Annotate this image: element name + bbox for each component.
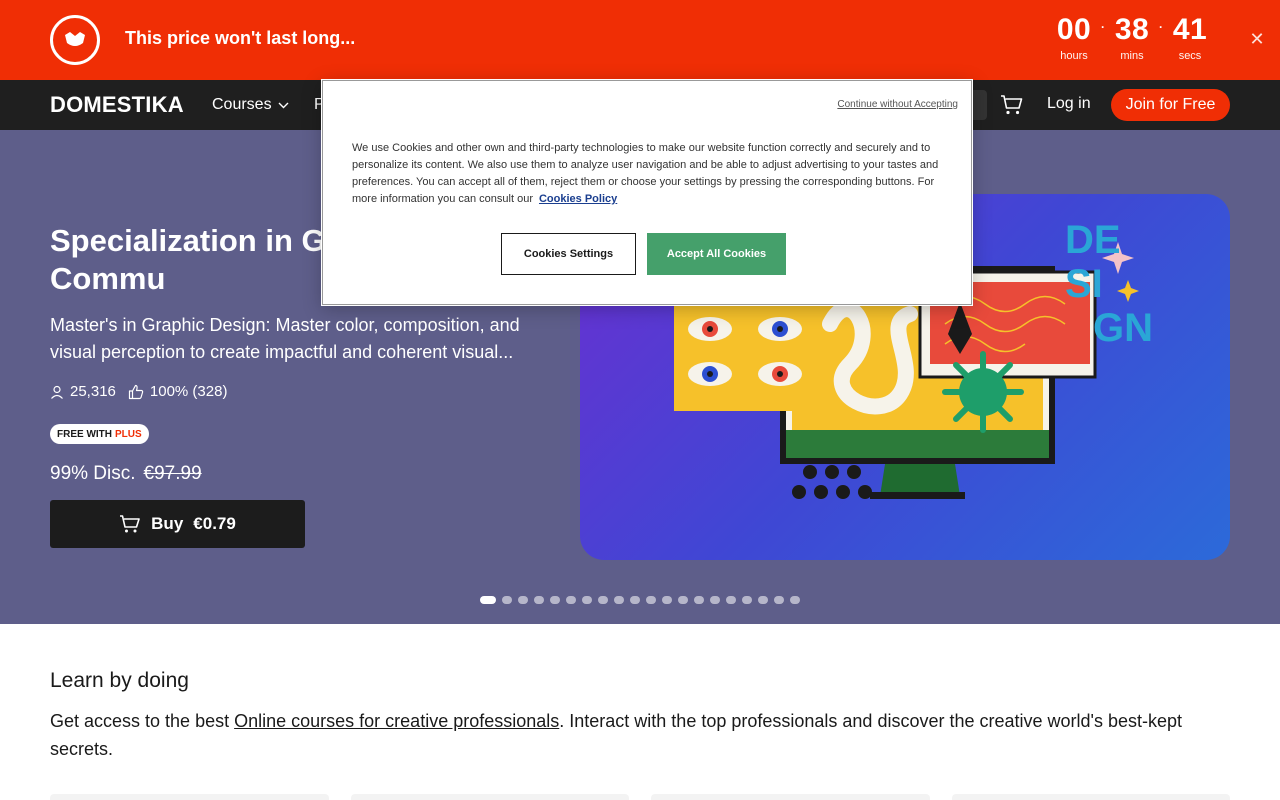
carousel-dot[interactable]: [518, 596, 528, 604]
description-text: Get access to the best: [50, 711, 235, 731]
close-icon[interactable]: ✕: [1246, 28, 1268, 50]
carousel-dot[interactable]: [598, 596, 608, 604]
carousel-dot[interactable]: [630, 596, 640, 604]
cover-text-line: DE: [1065, 218, 1121, 262]
countdown-separator: ·: [1101, 20, 1105, 34]
course-card[interactable]: [651, 794, 930, 800]
login-link[interactable]: Log in: [1047, 95, 1091, 113]
join-button[interactable]: Join for Free: [1111, 89, 1230, 121]
domestika-logo-icon: [50, 15, 100, 65]
carousel-dot[interactable]: [502, 596, 512, 604]
original-price: €97.99: [143, 463, 202, 484]
chevron-down-icon: [278, 102, 289, 108]
carousel-dot[interactable]: [566, 596, 576, 604]
carousel-dot[interactable]: [694, 596, 704, 604]
buy-button-label: Buy: [151, 514, 184, 533]
students-count: 25,316: [70, 383, 116, 400]
carousel-dot[interactable]: [614, 596, 624, 604]
carousel-dot[interactable]: [550, 596, 560, 604]
cover-text-line: GN: [1093, 306, 1153, 350]
countdown-timer: 00 hours · 38 mins · 41 secs: [1052, 13, 1212, 63]
section-title: Learn by doing: [50, 669, 189, 692]
promo-banner: This price won't last long... 00 hours ·…: [0, 0, 1280, 80]
online-courses-link[interactable]: Online courses for creative professional…: [234, 711, 559, 731]
carousel-dot[interactable]: [534, 596, 544, 604]
countdown-hours: 00 hours: [1052, 13, 1096, 63]
course-card[interactable]: [951, 794, 1230, 800]
plus-badge: FREE WITH PLUS: [50, 424, 149, 444]
countdown-separator: ·: [1159, 20, 1163, 34]
cart-icon: [120, 515, 140, 533]
countdown-mins-label: mins: [1120, 50, 1144, 62]
nav-courses-menu[interactable]: Courses: [212, 96, 289, 114]
cookies-settings-button[interactable]: Cookies Settings: [501, 233, 636, 275]
countdown-mins: 38 mins: [1110, 13, 1154, 63]
countdown-hours-label: hours: [1060, 50, 1088, 62]
carousel-dot[interactable]: [742, 596, 752, 604]
buy-button-price: €0.79: [193, 514, 236, 533]
brand-logo[interactable]: DOMESTIKA: [50, 92, 184, 118]
countdown-secs-value: 41: [1172, 13, 1208, 46]
countdown-hours-value: 00: [1056, 13, 1092, 46]
course-subtitle: Master's in Graphic Design: Master color…: [50, 315, 520, 362]
cover-design-text: DE SI GN: [1065, 218, 1153, 350]
course-stats: 25,316 100% (328): [50, 383, 227, 400]
countdown-mins-value: 38: [1114, 13, 1150, 46]
cookie-consent-dialog: Continue without Accepting We use Cookie…: [322, 80, 972, 305]
carousel-dots: [480, 596, 800, 604]
section-description: Get access to the best Online courses fo…: [50, 707, 1235, 763]
carousel-dot[interactable]: [790, 596, 800, 604]
cookie-body-text: We use Cookies and other own and third-p…: [352, 142, 939, 205]
cookie-message: We use Cookies and other own and third-p…: [352, 140, 942, 208]
cover-text-line: SI: [1065, 262, 1103, 306]
carousel-dot[interactable]: [582, 596, 592, 604]
carousel-dot[interactable]: [774, 596, 784, 604]
plus-badge-prefix: FREE WITH: [57, 428, 112, 440]
plus-badge-label: PLUS: [115, 428, 142, 440]
course-card[interactable]: [50, 794, 329, 800]
course-card[interactable]: [350, 794, 629, 800]
carousel-dot[interactable]: [758, 596, 768, 604]
carousel-dot[interactable]: [480, 596, 496, 604]
carousel-dot[interactable]: [710, 596, 720, 604]
carousel-dot[interactable]: [646, 596, 656, 604]
carousel-dot[interactable]: [678, 596, 688, 604]
continue-without-accepting-link[interactable]: Continue without Accepting: [837, 99, 958, 110]
rating-value: 100% (328): [149, 383, 228, 400]
course-cards-row: [50, 794, 1230, 800]
nav-courses-label: Courses: [212, 96, 272, 113]
countdown-secs: 41 secs: [1168, 13, 1212, 63]
accept-all-cookies-button[interactable]: Accept All Cookies: [647, 233, 786, 275]
discount-label: 99% Disc.: [50, 463, 136, 484]
cart-icon[interactable]: [1000, 93, 1024, 117]
carousel-dot[interactable]: [726, 596, 736, 604]
user-icon: [51, 385, 63, 399]
price-row: 99% Disc. €97.99: [50, 463, 202, 485]
cookies-policy-link[interactable]: Cookies Policy: [539, 193, 617, 205]
buy-button[interactable]: Buy €0.79: [50, 500, 305, 548]
countdown-secs-label: secs: [1178, 50, 1202, 62]
promo-text: This price won't last long...: [125, 28, 356, 48]
thumbs-up-icon: [128, 384, 144, 399]
carousel-dot[interactable]: [662, 596, 672, 604]
